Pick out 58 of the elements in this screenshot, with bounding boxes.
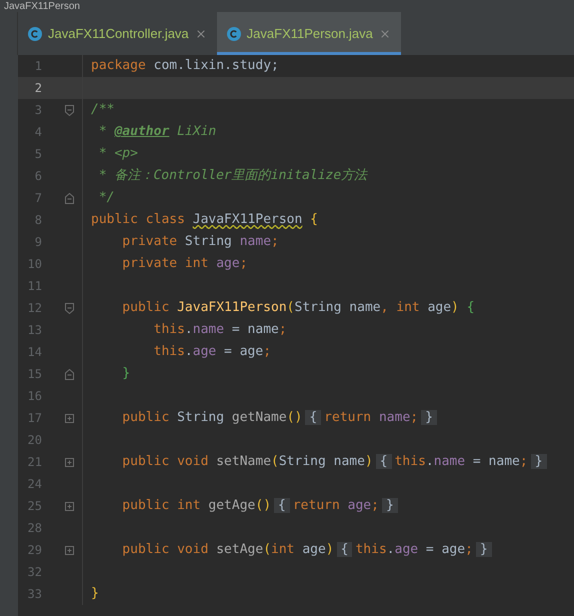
line-number: 9 [34,234,42,251]
fold-icon[interactable] [64,192,74,204]
code-line: public void setAge(int age) { this.age = age; } [91,540,495,560]
line-number: 10 [26,256,42,273]
code-line: private String name; [121,233,279,252]
line-number: 1 [34,58,42,75]
code-line: public void setName(String name) { this.name = name; } [91,452,550,472]
line-number: 17 [26,410,42,427]
code-line: this.name = name; [152,321,287,340]
close-icon[interactable] [194,28,207,40]
editor-tab[interactable]: JavaFX11Controller.java [18,12,217,55]
code-line: * 备注：Controller里面的initalize方法 [98,167,368,186]
line-number: 2 [34,80,42,97]
code-line: public String getName() { return name; } [91,408,440,428]
expand-icon[interactable] [64,458,74,466]
line-number: 21 [26,454,42,471]
expand-icon[interactable] [64,546,74,554]
line-number: 8 [34,212,42,229]
class-icon [226,26,241,40]
code-line: */ [98,189,114,208]
line-number: 20 [26,432,42,449]
expand-icon[interactable] [64,414,74,422]
code-line: * <p> [98,145,138,164]
line-number: 4 [34,124,42,141]
line-number: 16 [26,388,42,405]
code-line: public class JavaFX11Person { [91,211,318,230]
code-line: /** [91,101,114,120]
line-number: 7 [34,190,42,207]
code-line: } [121,365,130,384]
line-number: 28 [26,520,42,537]
editor-tab[interactable]: JavaFX11Person.java [216,12,401,55]
line-number: 12 [26,300,42,317]
code-line: * @author LiXin [98,123,216,142]
line-number: 11 [26,278,42,295]
code-line: this.age = age; [152,343,272,362]
fold-icon[interactable] [64,302,74,314]
line-number: 5 [34,146,42,163]
line-number: 6 [34,168,42,185]
breadcrumb[interactable]: JavaFX11Person [4,2,80,12]
line-number: 3 [34,102,42,119]
line-number: 32 [26,564,42,581]
code-line: private int age; [121,255,248,274]
code-line: } [91,585,99,604]
fold-icon[interactable] [64,368,74,380]
fold-icon[interactable] [64,104,74,116]
code-line: public JavaFX11Person(String name, int age) { [121,299,475,318]
code-line: public int getAge() { return age; } [91,496,401,516]
line-number: 14 [26,344,42,361]
line-number: 13 [26,322,42,339]
code-line: package com.lixin.study; [91,57,279,76]
class-icon [28,26,42,40]
line-number: 33 [26,586,42,603]
close-icon[interactable] [378,28,391,40]
line-number: 15 [26,366,42,383]
line-number: 25 [26,498,42,515]
line-number: 24 [26,476,42,493]
line-number: 29 [26,542,42,559]
expand-icon[interactable] [64,502,74,510]
